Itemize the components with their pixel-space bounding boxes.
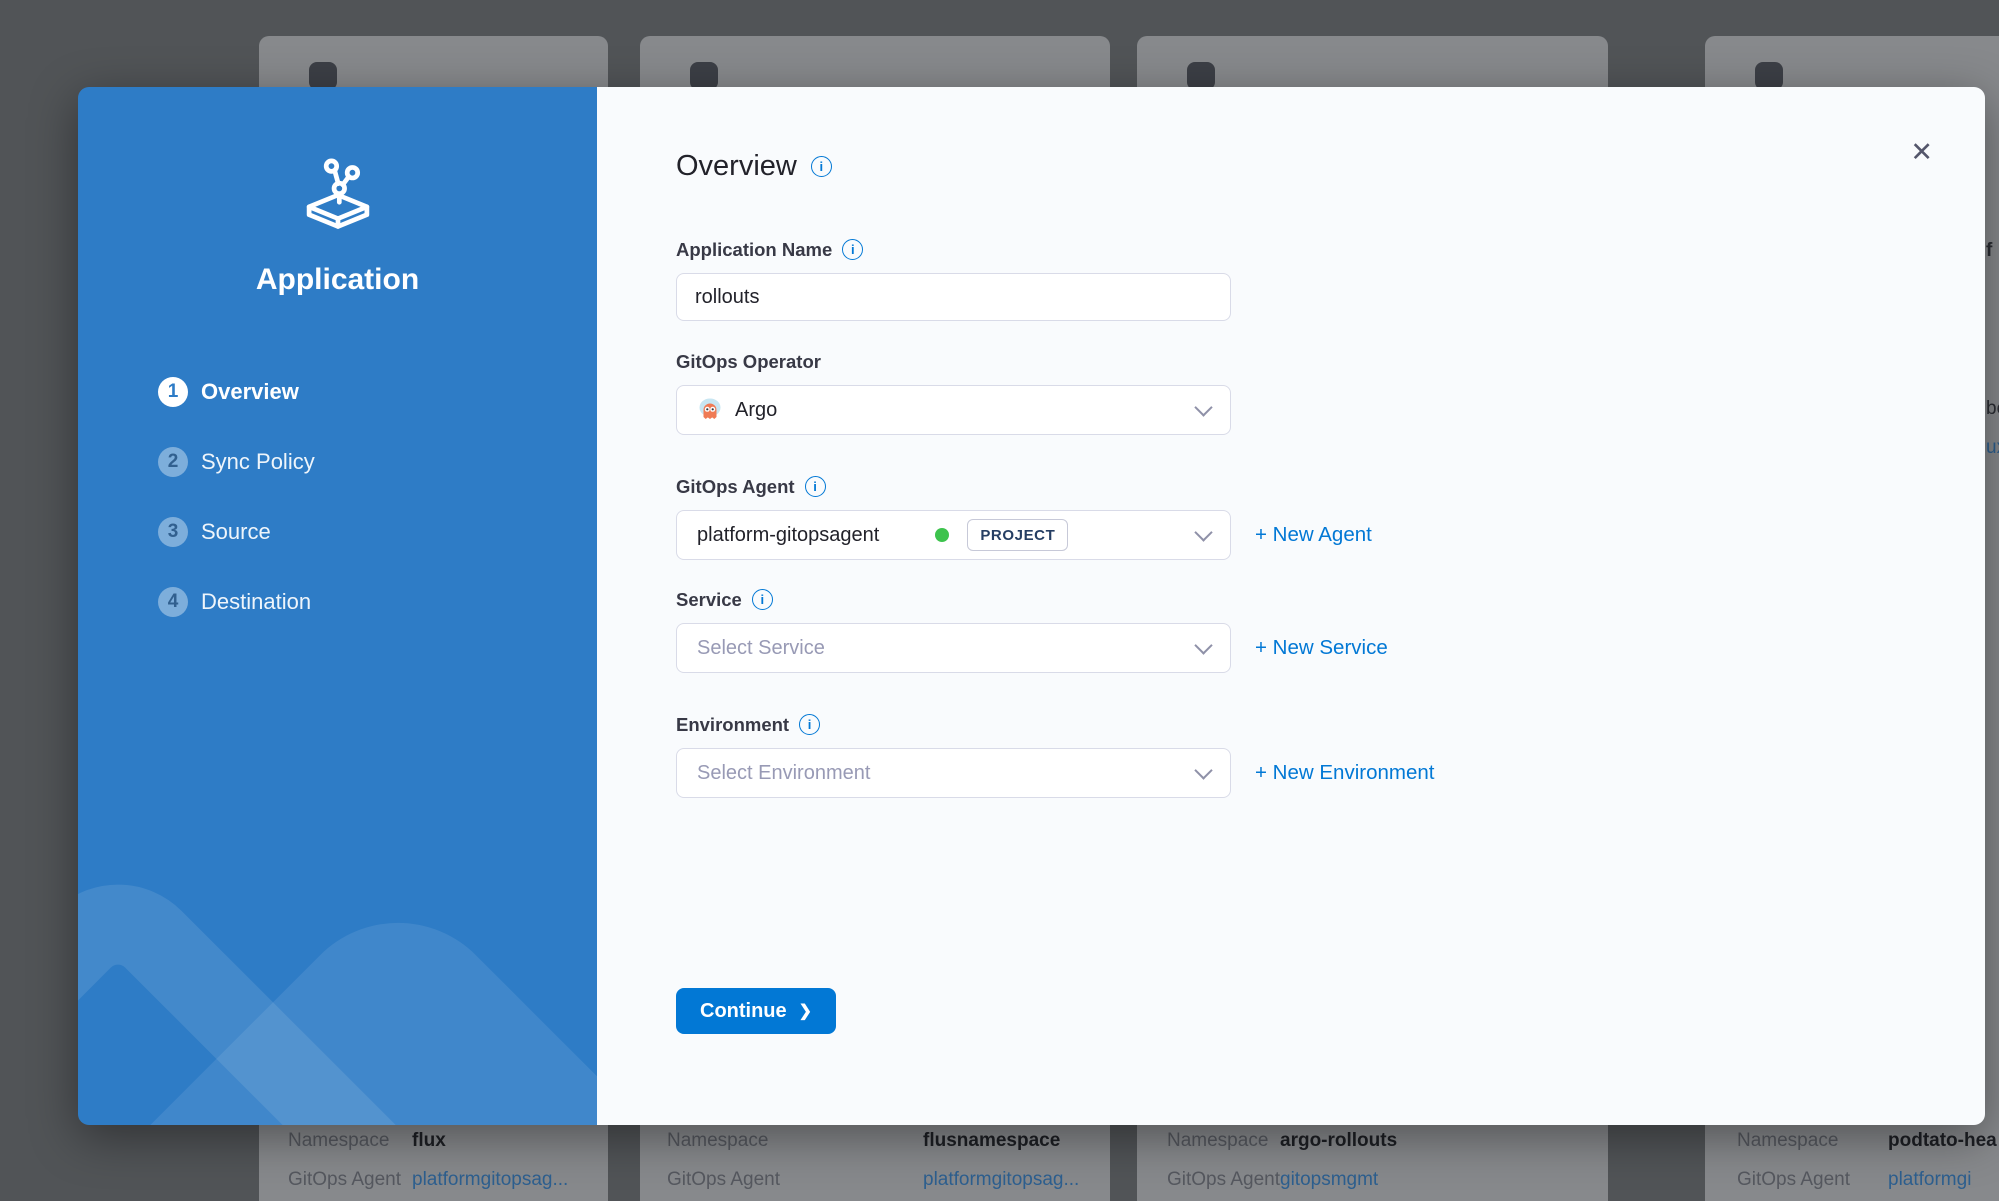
step-source[interactable]: 3 Source [158, 517, 597, 547]
argo-mascot-icon [697, 397, 723, 423]
application-name-input[interactable] [676, 273, 1231, 321]
gitops-agent-value: platformgi [1888, 1167, 1971, 1193]
app-avatar-icon [309, 62, 337, 90]
background-card-meta: Namespaceflusnamespace GitOps Agentplatf… [667, 1128, 1079, 1201]
gitops-agent-value: platformgitopsag... [923, 1167, 1079, 1193]
background-card-meta: Namespacepodtato-hea GitOps Agentplatfor… [1737, 1128, 1997, 1201]
namespace-value: flux [412, 1128, 446, 1154]
wizard-sidebar: Application 1 Overview 2 Sync Policy 3 S… [78, 87, 597, 1125]
gitops-operator-field: GitOps Operator Argo [676, 350, 1985, 435]
gitops-operator-value: Argo [735, 399, 777, 422]
app-avatar-icon [690, 62, 718, 90]
chevron-down-icon [1194, 761, 1212, 779]
info-icon[interactable]: i [752, 589, 773, 610]
chevron-right-icon: ❯ [799, 1001, 812, 1021]
namespace-label: Namespace [288, 1128, 412, 1154]
info-icon[interactable]: i [805, 476, 826, 497]
agent-healthy-dot-icon [935, 528, 949, 542]
service-placeholder: Select Service [697, 637, 825, 660]
continue-button[interactable]: Continue ❯ [676, 988, 836, 1034]
namespace-value: flusnamespace [923, 1128, 1060, 1154]
namespace-value: podtato-hea [1888, 1128, 1997, 1154]
step-number-badge: 2 [158, 447, 188, 477]
clipped-background-text: ux [1986, 437, 1999, 459]
step-sync-policy[interactable]: 2 Sync Policy [158, 447, 597, 477]
gitops-application-icon [296, 153, 380, 237]
gitops-operator-select[interactable]: Argo [676, 385, 1231, 435]
app-avatar-icon [1755, 62, 1783, 90]
service-field: Service i Select Service + New Service [676, 588, 1985, 673]
application-name-label: Application Name [676, 239, 832, 261]
info-icon[interactable]: i [799, 714, 820, 735]
new-environment-button[interactable]: + New Environment [1255, 761, 1434, 785]
background-card-meta: Namespaceflux GitOps Agentplatformgitops… [288, 1128, 568, 1201]
chevron-down-icon [1194, 523, 1212, 541]
scope-badge: PROJECT [967, 519, 1068, 551]
namespace-label: Namespace [1167, 1128, 1280, 1154]
new-service-button[interactable]: + New Service [1255, 636, 1388, 660]
gitops-agent-value: gitopsmgmt [1280, 1167, 1378, 1193]
gitops-agent-label: GitOps Agent [1737, 1167, 1888, 1193]
gitops-agent-label: GitOps Agent [1167, 1167, 1280, 1193]
close-icon[interactable]: ✕ [1906, 135, 1937, 170]
gitops-agent-select[interactable]: platform-gitopsagent PROJECT [676, 510, 1231, 560]
new-agent-button[interactable]: + New Agent [1255, 523, 1372, 547]
step-label: Overview [201, 379, 299, 405]
service-label: Service [676, 589, 742, 611]
environment-field: Environment i Select Environment + New E… [676, 713, 1985, 798]
chevron-down-icon [1194, 398, 1212, 416]
step-number-badge: 1 [158, 377, 188, 407]
wizard-content: ✕ Overview i Application Name i GitOps O… [597, 87, 1985, 1125]
gitops-agent-field: GitOps Agent i platform-gitopsagent PROJ… [676, 475, 1985, 560]
application-name-field: Application Name i [676, 238, 1985, 321]
step-destination[interactable]: 4 Destination [158, 587, 597, 617]
step-overview[interactable]: 1 Overview [158, 377, 597, 407]
gitops-agent-label: GitOps Agent [676, 476, 795, 498]
environment-label: Environment [676, 714, 789, 736]
namespace-label: Namespace [667, 1128, 923, 1154]
namespace-value: argo-rollouts [1280, 1128, 1397, 1154]
info-icon[interactable]: i [842, 239, 863, 260]
gitops-applications-page: Namespaceflux GitOps Agentplatformgitops… [0, 0, 1999, 1201]
gitops-agent-value: platformgitopsag... [412, 1167, 568, 1193]
app-avatar-icon [1187, 62, 1215, 90]
continue-label: Continue [700, 1000, 787, 1023]
page-title: Overview [676, 150, 797, 183]
gitops-agent-label: GitOps Agent [288, 1167, 412, 1193]
step-number-badge: 4 [158, 587, 188, 617]
wizard-steps: 1 Overview 2 Sync Policy 3 Source 4 Dest… [78, 377, 597, 617]
namespace-label: Namespace [1737, 1128, 1888, 1154]
application-wizard-modal: Application 1 Overview 2 Sync Policy 3 S… [78, 87, 1985, 1125]
step-number-badge: 3 [158, 517, 188, 547]
clipped-background-text: f [1986, 240, 1992, 262]
background-card-meta: Namespaceargo-rollouts GitOps Agentgitop… [1167, 1128, 1397, 1201]
environment-placeholder: Select Environment [697, 762, 870, 785]
environment-select[interactable]: Select Environment [676, 748, 1231, 798]
gitops-agent-value: platform-gitopsagent [697, 524, 879, 547]
wizard-title: Application [78, 263, 597, 297]
step-label: Source [201, 519, 271, 545]
chevron-down-icon [1194, 636, 1212, 654]
info-icon[interactable]: i [811, 156, 832, 177]
service-select[interactable]: Select Service [676, 623, 1231, 673]
gitops-agent-label: GitOps Agent [667, 1167, 923, 1193]
clipped-background-text: be [1986, 398, 1999, 420]
step-label: Destination [201, 589, 311, 615]
gitops-operator-label: GitOps Operator [676, 351, 821, 373]
step-label: Sync Policy [201, 449, 315, 475]
